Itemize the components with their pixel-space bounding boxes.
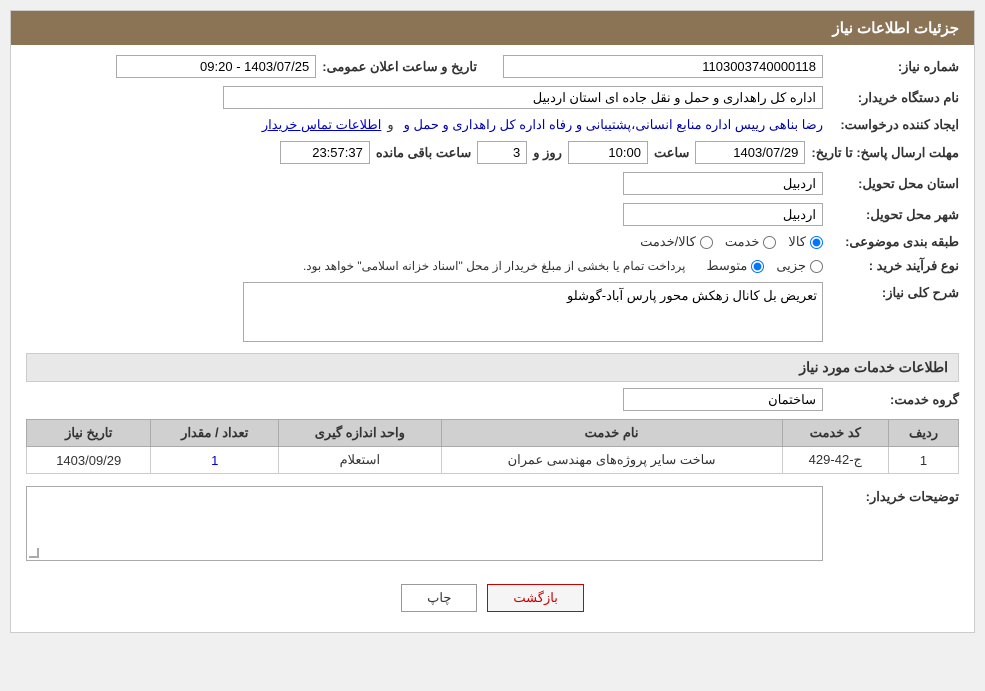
- announce-date-label: تاریخ و ساعت اعلان عمومی:: [322, 59, 477, 75]
- creator-row: ایجاد کننده درخواست: رضا بناهی رییس ادار…: [26, 117, 959, 133]
- deadline-days-label: روز و: [533, 145, 562, 161]
- deadline-date-input[interactable]: [695, 141, 805, 164]
- need-number-row: شماره نیاز: تاریخ و ساعت اعلان عمومی:: [26, 55, 959, 78]
- province-row: استان محل تحویل:: [26, 172, 959, 195]
- category-kala[interactable]: کالا: [788, 234, 823, 250]
- need-number-input[interactable]: [503, 55, 823, 78]
- cell-date: 1403/09/29: [27, 447, 151, 474]
- main-panel: جزئیات اطلاعات نیاز شماره نیاز: تاریخ و …: [10, 10, 975, 633]
- service-group-row: گروه خدمت:: [26, 388, 959, 411]
- service-group-input[interactable]: [623, 388, 823, 411]
- deadline-time-label: ساعت: [654, 145, 689, 161]
- need-number-label: شماره نیاز:: [829, 59, 959, 75]
- buyer-notes-textarea[interactable]: [27, 487, 822, 557]
- purchase-type-label: نوع فرآیند خرید :: [829, 258, 959, 274]
- cell-row-num: 1: [889, 447, 959, 474]
- category-kala-khedmat-radio[interactable]: [700, 236, 713, 249]
- buyer-notes-content: [26, 486, 823, 561]
- province-label: استان محل تحویل:: [829, 176, 959, 192]
- col-quantity: تعداد / مقدار: [151, 420, 279, 447]
- purchase-type-row: نوع فرآیند خرید : جزیی متوسط پرداخت تمام…: [26, 258, 959, 274]
- cell-service-name: ساخت سایر پروژه‌های مهندسی عمران: [441, 447, 782, 474]
- col-service-name: نام خدمت: [441, 420, 782, 447]
- print-button[interactable]: چاپ: [401, 584, 477, 612]
- category-label: طبقه بندی موضوعی:: [829, 234, 959, 250]
- col-unit: واحد اندازه گیری: [279, 420, 441, 447]
- purchase-type-motavasset[interactable]: متوسط: [706, 258, 764, 274]
- purchase-type-motavasset-radio[interactable]: [751, 260, 764, 273]
- category-khedmat[interactable]: خدمت: [725, 234, 777, 250]
- need-description-textarea[interactable]: [243, 282, 823, 342]
- buyer-notes-wrapper: [26, 486, 823, 561]
- back-button[interactable]: بازگشت: [487, 584, 583, 612]
- and-text: و: [387, 117, 393, 133]
- city-label: شهر محل تحویل:: [829, 207, 959, 223]
- category-row: طبقه بندی موضوعی: کالا خدمت کالا/خدمت: [26, 234, 959, 250]
- purchase-type-jozi-label: جزیی: [776, 258, 806, 274]
- table-row: 1 ج-42-429 ساخت سایر پروژه‌های مهندسی عم…: [27, 447, 959, 474]
- purchase-type-note: پرداخت تمام یا بخشی از مبلغ خریدار از مح…: [303, 259, 686, 273]
- countdown-input[interactable]: [280, 141, 370, 164]
- category-khedmat-label: خدمت: [725, 234, 760, 250]
- panel-body: شماره نیاز: تاریخ و ساعت اعلان عمومی: نا…: [11, 45, 974, 632]
- need-description-wrapper: [243, 282, 823, 345]
- buyer-org-row: نام دستگاه خریدار:: [26, 86, 959, 109]
- services-section-label: اطلاعات خدمات مورد نیاز: [799, 359, 948, 375]
- col-row-num: ردیف: [889, 420, 959, 447]
- bottom-buttons: بازگشت چاپ: [26, 569, 959, 622]
- purchase-type-radio-group: جزیی متوسط: [706, 258, 823, 274]
- panel-header: جزئیات اطلاعات نیاز: [11, 11, 974, 45]
- services-table: ردیف کد خدمت نام خدمت واحد اندازه گیری ت…: [26, 419, 959, 474]
- contact-link[interactable]: اطلاعات تماس خریدار: [262, 117, 381, 133]
- announce-date-input[interactable]: [116, 55, 316, 78]
- creator-value: رضا بناهی رییس اداره منابع انسانی،پشتیبا…: [404, 117, 823, 133]
- deadline-label: مهلت ارسال پاسخ: تا تاریخ:: [811, 145, 959, 161]
- panel-title: جزئیات اطلاعات نیاز: [833, 20, 960, 37]
- category-kala-radio[interactable]: [810, 236, 823, 249]
- cell-quantity: 1: [151, 447, 279, 474]
- province-input[interactable]: [623, 172, 823, 195]
- buyer-notes-row: توضیحات خریدار:: [26, 486, 959, 561]
- purchase-type-motavasset-label: متوسط: [706, 258, 747, 274]
- city-row: شهر محل تحویل:: [26, 203, 959, 226]
- category-radio-group: کالا خدمت کالا/خدمت: [640, 234, 823, 250]
- buyer-notes-label: توضیحات خریدار:: [829, 486, 959, 505]
- purchase-type-jozi-radio[interactable]: [810, 260, 823, 273]
- col-date: تاریخ نیاز: [27, 420, 151, 447]
- services-section-header: اطلاعات خدمات مورد نیاز: [26, 353, 959, 382]
- service-group-label: گروه خدمت:: [829, 392, 959, 408]
- need-description-content: [26, 282, 823, 345]
- need-description-label: شرح کلی نیاز:: [829, 282, 959, 301]
- category-kala-khedmat-label: کالا/خدمت: [640, 234, 696, 250]
- cell-service-code: ج-42-429: [782, 447, 888, 474]
- creator-label: ایجاد کننده درخواست:: [829, 117, 959, 133]
- purchase-type-jozi[interactable]: جزیی: [776, 258, 823, 274]
- col-service-code: کد خدمت: [782, 420, 888, 447]
- need-description-row: شرح کلی نیاز:: [26, 282, 959, 345]
- buyer-org-label: نام دستگاه خریدار:: [829, 90, 959, 106]
- page-container: جزئیات اطلاعات نیاز شماره نیاز: تاریخ و …: [0, 0, 985, 691]
- countdown-label: ساعت باقی مانده: [376, 145, 471, 161]
- deadline-days-input[interactable]: [477, 141, 527, 164]
- city-input[interactable]: [623, 203, 823, 226]
- deadline-time-input[interactable]: [568, 141, 648, 164]
- deadline-row: مهلت ارسال پاسخ: تا تاریخ: ساعت روز و سا…: [26, 141, 959, 164]
- category-kala-label: کالا: [788, 234, 806, 250]
- cell-unit: استعلام: [279, 447, 441, 474]
- category-khedmat-radio[interactable]: [763, 236, 776, 249]
- buyer-org-input[interactable]: [223, 86, 823, 109]
- category-kala-khedmat[interactable]: کالا/خدمت: [640, 234, 713, 250]
- resize-handle: [29, 548, 39, 558]
